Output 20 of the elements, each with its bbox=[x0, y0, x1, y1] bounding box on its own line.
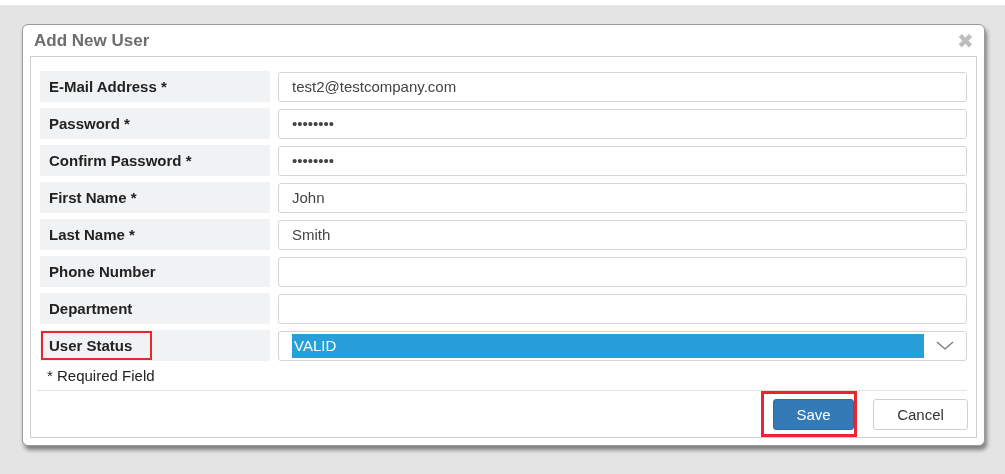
text-field[interactable]: •••••••• bbox=[278, 145, 967, 176]
text-field[interactable] bbox=[278, 293, 967, 324]
field-label: Phone Number bbox=[40, 256, 270, 287]
field-label: E-Mail Address * bbox=[40, 71, 270, 102]
field-label: Confirm Password * bbox=[40, 145, 270, 176]
text-field[interactable]: •••••••• bbox=[278, 108, 967, 139]
field-label: Department bbox=[40, 293, 270, 324]
text-field[interactable]: John bbox=[278, 182, 967, 213]
field-label: First Name * bbox=[40, 182, 270, 213]
text-field[interactable]: Smith bbox=[278, 219, 967, 250]
chevron-down-icon bbox=[936, 340, 954, 351]
field-label: User Status bbox=[40, 330, 270, 361]
text-field[interactable]: test2@testcompany.com bbox=[278, 71, 967, 102]
save-button[interactable]: Save bbox=[773, 399, 854, 430]
dialog-title: Add New User bbox=[34, 30, 150, 51]
field-label: Last Name * bbox=[40, 219, 270, 250]
text-field[interactable] bbox=[278, 256, 967, 287]
required-note: * Required Field bbox=[47, 367, 156, 384]
field-label: Password * bbox=[40, 108, 270, 139]
cancel-button[interactable]: Cancel bbox=[873, 399, 968, 430]
